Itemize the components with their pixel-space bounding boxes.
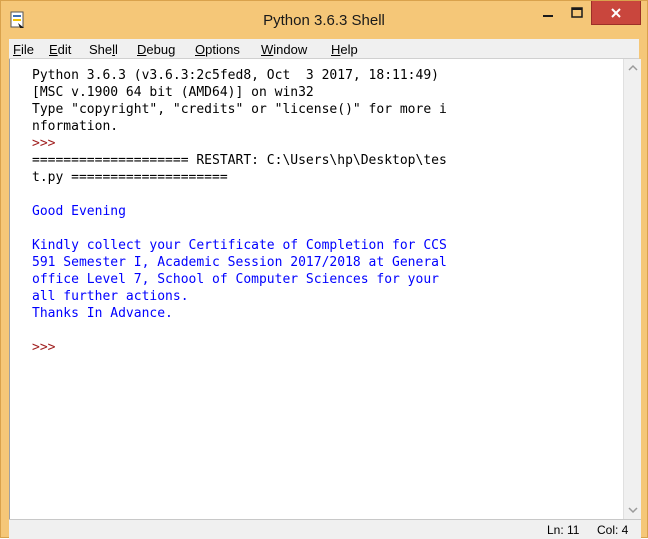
shell-output-line-4: all further actions. <box>32 289 189 304</box>
title-bar[interactable]: Python 3.6.3 Shell <box>1 1 647 39</box>
menu-bar: File Edit Shell Debug Options Window Hel… <box>9 39 639 59</box>
close-icon <box>611 8 621 18</box>
scroll-down-button[interactable] <box>624 501 642 519</box>
menu-options-rest: ptions <box>205 42 240 57</box>
menu-file-rest: ile <box>20 42 34 57</box>
status-column-number: Col: 4 <box>597 523 629 537</box>
shell-line-restart-2: t.py ==================== <box>32 170 228 185</box>
shell-output-line-2: 591 Semester I, Academic Session 2017/20… <box>32 255 447 270</box>
menu-edit-rest: dit <box>57 42 72 57</box>
menu-shell-rest: She <box>89 42 113 57</box>
menu-debug-mnemonic: D <box>137 42 147 57</box>
shell-output-line-3: office Level 7, School of Computer Scien… <box>32 272 439 287</box>
menu-shell-rest2: l <box>115 42 118 57</box>
menu-window[interactable]: Window <box>261 42 307 57</box>
shell-line-banner-3: Type "copyright", "credits" or "license(… <box>32 102 447 117</box>
menu-file[interactable]: File <box>13 42 34 57</box>
menu-edit[interactable]: Edit <box>49 42 71 57</box>
status-line-number: Ln: 11 <box>547 523 580 537</box>
vertical-scrollbar[interactable] <box>623 59 641 519</box>
shell-line-banner-4: nformation. <box>32 119 119 134</box>
menu-help[interactable]: Help <box>331 42 358 57</box>
menu-debug[interactable]: Debug <box>137 42 175 57</box>
menu-options[interactable]: Options <box>195 42 240 57</box>
shell-line-banner-1: Python 3.6.3 (v3.6.3:2c5fed8, Oct 3 2017… <box>32 68 439 83</box>
idle-shell-window: Python 3.6.3 Shell File Edit Shell Debug… <box>0 0 648 539</box>
minimize-button[interactable] <box>533 1 563 25</box>
menu-shell[interactable]: Shell <box>89 42 118 57</box>
shell-line-banner-2: [MSC v.1900 64 bit (AMD64)] on win32 <box>32 85 314 100</box>
minimize-icon <box>543 15 553 17</box>
close-button[interactable] <box>591 1 641 25</box>
menu-debug-rest: ebug <box>146 42 176 57</box>
chevron-up-icon <box>628 64 638 71</box>
shell-text-area[interactable]: Python 3.6.3 (v3.6.3:2c5fed8, Oct 3 2017… <box>9 59 623 519</box>
shell-line-restart-1: ==================== RESTART: C:\Users\h… <box>32 153 447 168</box>
menu-help-rest: elp <box>340 42 358 57</box>
shell-prompt-current: >>> <box>32 340 56 355</box>
menu-options-mnemonic: O <box>195 42 206 57</box>
menu-window-rest: indow <box>273 42 308 57</box>
shell-output-greeting: Good Evening <box>32 204 126 219</box>
menu-edit-mnemonic: E <box>49 42 58 57</box>
chevron-down-icon <box>628 507 638 514</box>
shell-output-line-5: Thanks In Advance. <box>32 306 173 321</box>
menu-help-mnemonic: H <box>331 42 341 57</box>
maximize-button[interactable] <box>563 1 591 25</box>
shell-prompt: >>> <box>32 136 56 151</box>
status-bar: Ln: 11 Col: 4 <box>9 519 641 539</box>
shell-output-line-1: Kindly collect your Certificate of Compl… <box>32 238 447 253</box>
menu-window-mnemonic: W <box>261 42 274 57</box>
maximize-icon <box>571 7 583 18</box>
menu-file-mnemonic: F <box>13 42 21 57</box>
scroll-up-button[interactable] <box>624 59 642 77</box>
